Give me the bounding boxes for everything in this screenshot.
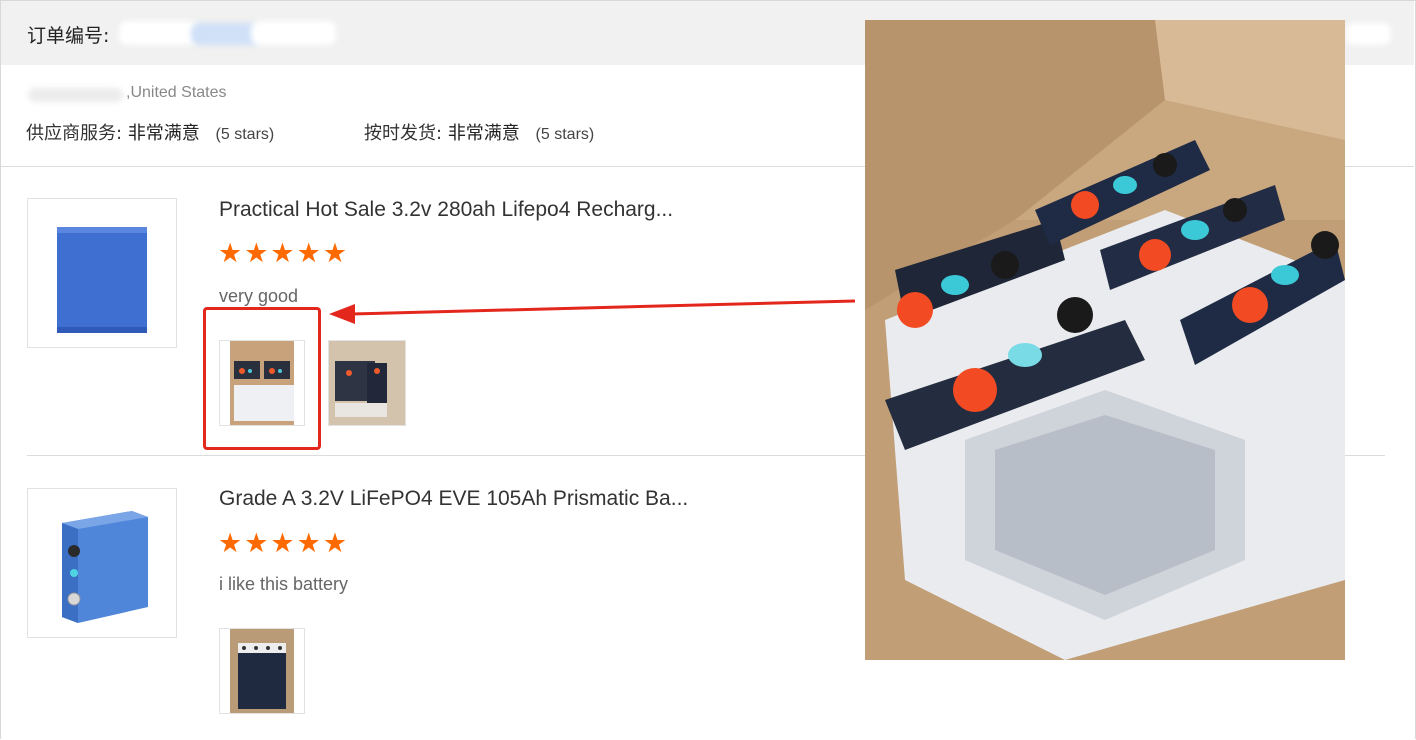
rating-label: 供应商服务: — [26, 123, 123, 144]
arrow-annotation — [329, 299, 856, 324]
review-text: i like this battery — [219, 574, 349, 594]
battery-cell-image — [57, 227, 147, 333]
rating-value: 非常满意 — [127, 123, 200, 144]
order-number-redacted — [251, 21, 336, 45]
highlight-box — [203, 307, 321, 450]
supplier-service-rating: 供应商服务: 非常满意 (5 stars) — [26, 119, 274, 145]
rating-stars-text: (5 stars) — [215, 126, 275, 143]
rating-value: 非常满意 — [447, 123, 520, 144]
enlarged-review-photo — [865, 20, 1345, 660]
product-star-rating: ★★★★★ — [218, 528, 350, 558]
product-title[interactable]: Grade A 3.2V LiFePO4 EVE 105Ah Prismatic… — [219, 487, 688, 511]
shipping-address: ,United States — [126, 84, 227, 101]
review-photo[interactable] — [219, 628, 305, 714]
review-photo[interactable] — [328, 340, 406, 426]
on-time-delivery-rating: 按时发货: 非常满意 (5 stars) — [364, 119, 594, 145]
order-number-label: 订单编号: — [27, 25, 110, 47]
battery-pack-photo — [230, 629, 294, 713]
product-thumbnail[interactable] — [27, 198, 177, 348]
product-title[interactable]: Practical Hot Sale 3.2v 280ah Lifepo4 Re… — [219, 198, 673, 222]
order-number-redacted — [119, 21, 199, 45]
address-redacted — [28, 88, 123, 102]
review-text: very good — [219, 286, 299, 306]
product-star-rating: ★★★★★ — [218, 238, 350, 268]
product-thumbnail[interactable] — [27, 488, 177, 638]
battery-box-photo-2 — [329, 341, 405, 425]
rating-label: 按时发货: — [364, 123, 443, 144]
battery-cell-image — [62, 511, 148, 623]
header-redacted — [1346, 23, 1391, 45]
rating-stars-text: (5 stars) — [535, 126, 595, 143]
